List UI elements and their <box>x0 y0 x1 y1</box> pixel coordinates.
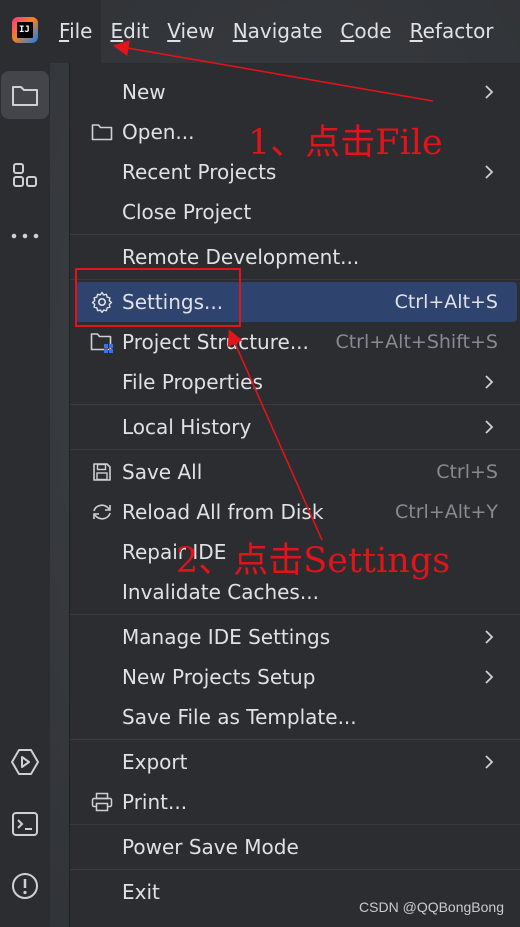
menu-file-mnemonic: F <box>59 19 70 43</box>
menu-item-new[interactable]: New <box>70 72 520 112</box>
menu-edit-label: dit <box>123 19 150 43</box>
structure-tool-button[interactable] <box>1 151 49 199</box>
structure-icon <box>13 163 37 187</box>
menu-item-save-file-as-template[interactable]: Save File as Template... <box>70 697 520 737</box>
project-tool-button[interactable] <box>1 71 49 119</box>
problems-icon <box>12 873 38 899</box>
main-menu-bar: File Edit View Navigate Code Refactor <box>50 0 520 63</box>
menu-item-project-structure[interactable]: Project Structure... Ctrl+Alt+Shift+S <box>70 322 520 362</box>
services-icon <box>11 749 39 775</box>
services-tool-button[interactable] <box>1 738 49 786</box>
menu-item-label: Local History <box>122 415 252 439</box>
menu-item-label: Save File as Template... <box>122 705 357 729</box>
menu-item-label: Open... <box>122 120 195 144</box>
menu-item-reload-all[interactable]: Reload All from Disk Ctrl+Alt+Y <box>70 492 520 532</box>
annotation-step1: 1、点击File <box>248 123 443 163</box>
chevron-right-icon <box>485 630 494 644</box>
shortcut-label: Ctrl+Alt+Y <box>395 501 498 523</box>
chevron-right-icon <box>485 670 494 684</box>
menu-item-label: Export <box>122 750 188 774</box>
menu-item-label: Reload All from Disk <box>122 500 324 524</box>
menu-navigate-label: avigate <box>247 19 323 43</box>
project-structure-icon <box>90 330 114 354</box>
menu-item-new-projects-setup[interactable]: New Projects Setup <box>70 657 520 697</box>
menu-file[interactable]: File <box>50 0 102 63</box>
menu-item-label: Invalidate Caches... <box>122 580 319 604</box>
menu-item-manage-ide-settings[interactable]: Manage IDE Settings <box>70 617 520 657</box>
menu-item-label: Project Structure... <box>122 330 309 354</box>
menu-code-label: ode <box>354 19 392 43</box>
folder-icon <box>12 86 38 106</box>
app-logo-icon[interactable]: IJ <box>12 17 38 43</box>
menu-file-label: ile <box>69 19 93 43</box>
menu-item-label: Power Save Mode <box>122 835 299 859</box>
menu-item-print[interactable]: Print... <box>70 782 520 822</box>
chevron-right-icon <box>485 85 494 99</box>
save-icon <box>90 460 114 484</box>
annotation-step2: 2、点击Settings <box>176 541 451 581</box>
folder-icon <box>90 120 114 144</box>
menu-item-save-all[interactable]: Save All Ctrl+S <box>70 452 520 492</box>
menu-view-label: iew <box>180 19 215 43</box>
menu-item-local-history[interactable]: Local History <box>70 407 520 447</box>
shortcut-label: Ctrl+S <box>436 461 498 483</box>
menu-edit-mnemonic: E <box>110 19 124 43</box>
menu-item-label: Manage IDE Settings <box>122 625 331 649</box>
menu-item-export[interactable]: Export <box>70 742 520 782</box>
file-menu-dropdown: New Open... Recent Projects Close Projec… <box>69 63 520 927</box>
more-tools-button[interactable] <box>1 212 49 260</box>
menu-navigate-mnemonic: N <box>232 19 248 43</box>
menu-item-power-save-mode[interactable]: Power Save Mode <box>70 827 520 867</box>
menu-item-label: Save All <box>122 460 203 484</box>
printer-icon <box>90 790 114 814</box>
ide-window: IJ File Edit View Navigate Code Refactor… <box>0 0 520 927</box>
watermark: CSDN @QQBongBong <box>359 899 504 915</box>
menu-code[interactable]: Code <box>331 0 400 63</box>
more-icon <box>11 233 39 239</box>
shortcut-label: Ctrl+Alt+S <box>394 291 498 313</box>
chevron-right-icon <box>485 165 494 179</box>
menu-item-file-properties[interactable]: File Properties <box>70 362 520 402</box>
chevron-right-icon <box>485 755 494 769</box>
menu-refactor-label: efactor <box>422 19 494 43</box>
menu-item-label: Close Project <box>122 200 252 224</box>
left-tool-strip: IJ <box>0 0 50 927</box>
menu-refactor[interactable]: Refactor <box>401 0 503 63</box>
menu-edit[interactable]: Edit <box>101 0 158 63</box>
menu-refactor-mnemonic: R <box>409 19 423 43</box>
settings-highlight-box <box>75 268 241 327</box>
shortcut-label: Ctrl+Alt+Shift+S <box>335 331 498 353</box>
menu-item-label: Print... <box>122 790 188 814</box>
reload-icon <box>90 500 114 524</box>
menu-item-label: New <box>122 80 166 104</box>
menu-item-label: Exit <box>122 880 160 904</box>
problems-tool-button[interactable] <box>1 862 49 910</box>
terminal-icon <box>12 812 38 836</box>
menu-item-label: New Projects Setup <box>122 665 316 689</box>
menu-item-label: Remote Development... <box>122 245 360 269</box>
terminal-tool-button[interactable] <box>1 800 49 848</box>
chevron-right-icon <box>485 375 494 389</box>
menu-view[interactable]: View <box>158 0 223 63</box>
menu-view-mnemonic: V <box>167 19 181 43</box>
chevron-right-icon <box>485 420 494 434</box>
menu-item-label: File Properties <box>122 370 263 394</box>
menu-code-mnemonic: C <box>340 19 355 43</box>
menu-item-close-project[interactable]: Close Project <box>70 192 520 232</box>
menu-navigate[interactable]: Navigate <box>224 0 332 63</box>
